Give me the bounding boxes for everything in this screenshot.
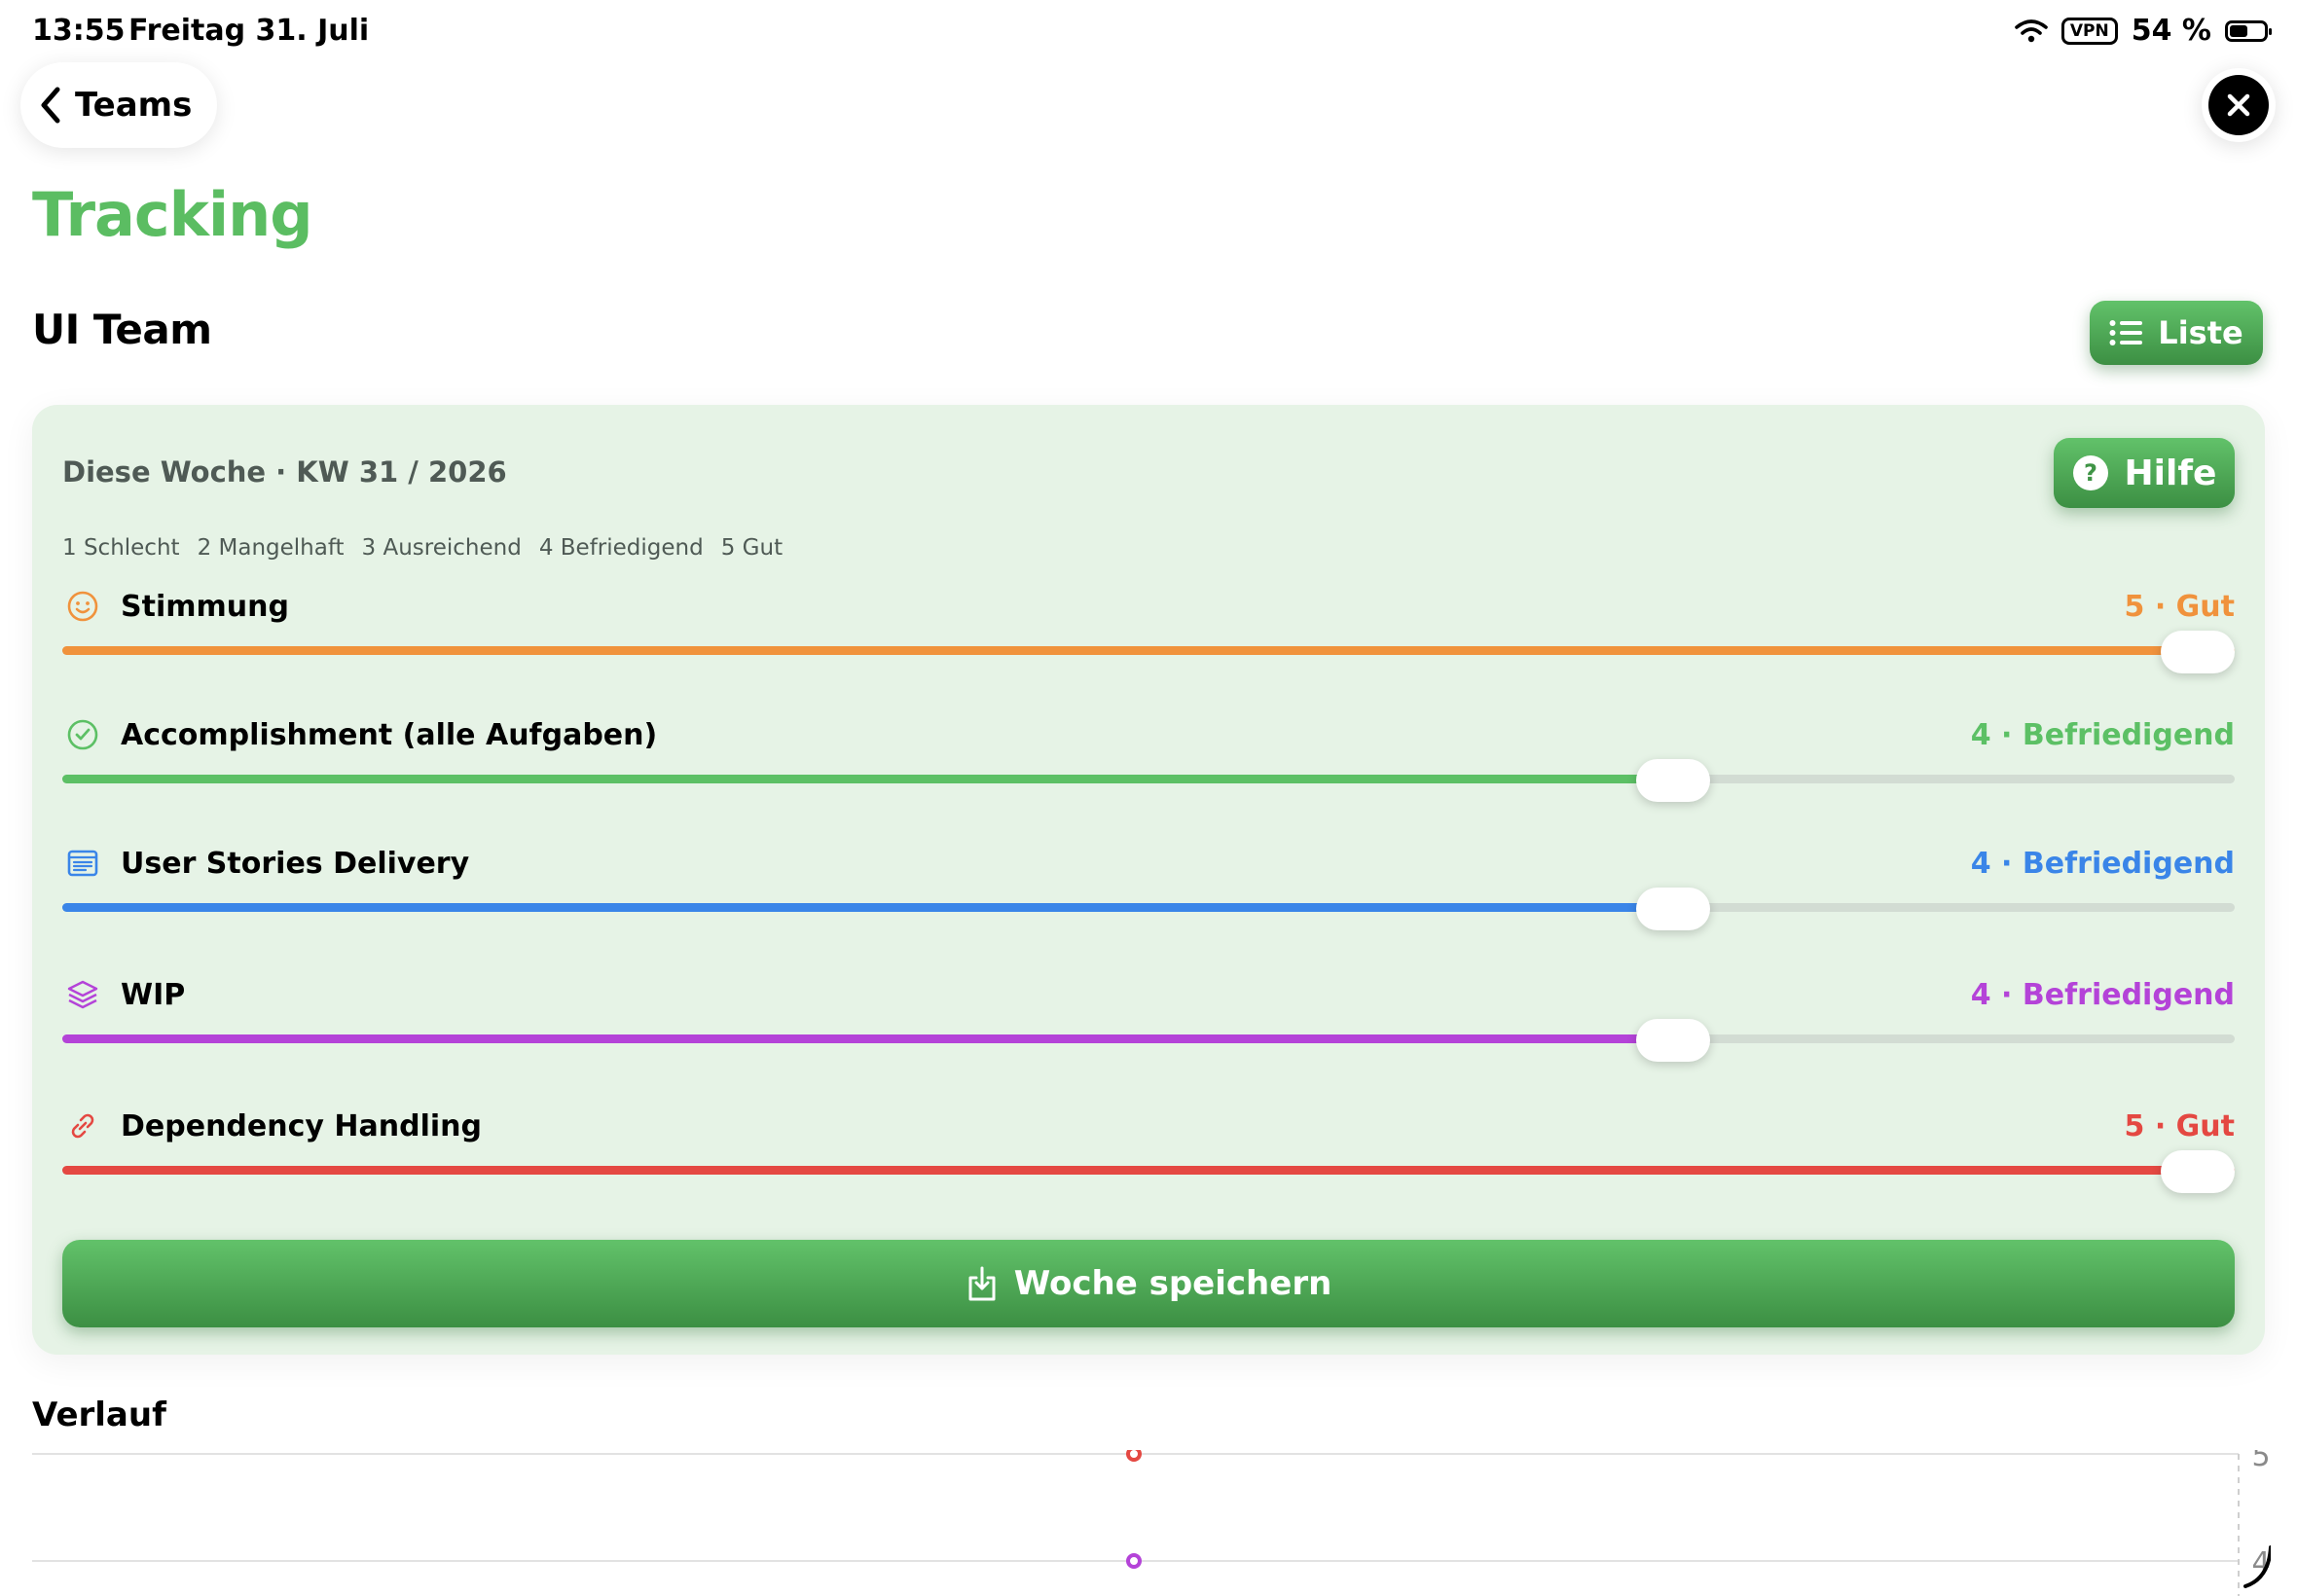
- data-point: [1126, 1450, 1142, 1462]
- status-date: Freitag 31. Juli: [128, 14, 370, 48]
- close-button[interactable]: [2202, 68, 2276, 142]
- battery-percent: 54 %: [2131, 14, 2211, 48]
- list-button[interactable]: Liste: [2090, 301, 2263, 365]
- week-label: Diese Woche · KW 31 / 2026: [62, 455, 507, 489]
- battery-icon: [2225, 19, 2272, 42]
- back-button-label: Teams: [75, 86, 193, 125]
- list-button-label: Liste: [2158, 314, 2243, 351]
- help-button[interactable]: ? Hilfe: [2054, 438, 2235, 508]
- history-chart: 5 4: [32, 1450, 2271, 1596]
- slider-thumb[interactable]: [1636, 1019, 1710, 1062]
- slider-fill: [62, 903, 1673, 912]
- close-icon: [2227, 93, 2250, 117]
- metric-value: 4 · Befriedigend: [1970, 847, 2235, 881]
- layers-icon: [67, 980, 98, 1009]
- save-week-button[interactable]: Woche speichern: [62, 1240, 2235, 1327]
- scale-item: 1 Schlecht: [62, 535, 180, 561]
- slider-fill: [62, 775, 1673, 783]
- scale-item: 4 Befriedigend: [538, 535, 704, 561]
- metric-label: Stimmung: [121, 590, 289, 624]
- metric-label: WIP: [121, 978, 186, 1012]
- help-button-label: Hilfe: [2124, 453, 2217, 493]
- vpn-badge: VPN: [2060, 17, 2118, 45]
- save-download-icon: [968, 1266, 996, 1301]
- metric-value: 4 · Befriedigend: [1970, 718, 2235, 752]
- scale-item: 5 Gut: [720, 535, 784, 561]
- metric-label: User Stories Delivery: [121, 847, 470, 881]
- metric-slider-track[interactable]: [62, 1034, 2235, 1043]
- data-point: [1126, 1553, 1142, 1569]
- slider-fill: [62, 1034, 1673, 1043]
- svg-text:?: ?: [2084, 459, 2097, 487]
- metric-slider-track[interactable]: [62, 903, 2235, 912]
- slider-thumb[interactable]: [1636, 759, 1710, 802]
- slider-thumb[interactable]: [2161, 1150, 2235, 1193]
- chevron-left-icon: [41, 87, 60, 124]
- slider-fill: [62, 646, 2235, 655]
- metric-value: 5 · Gut: [2124, 1109, 2235, 1143]
- slider-thumb[interactable]: [1636, 888, 1710, 930]
- y-tick-label: 5: [2251, 1450, 2270, 1473]
- scale-item: 3 Ausreichend: [361, 535, 522, 561]
- metric-slider-track[interactable]: [62, 775, 2235, 783]
- checkmark-circle-icon: [67, 719, 98, 750]
- smiley-icon: [67, 591, 98, 622]
- list-icon: [2109, 320, 2143, 345]
- back-button[interactable]: Teams: [20, 62, 218, 148]
- list-card-icon: [67, 850, 98, 877]
- metric-value: 4 · Befriedigend: [1970, 978, 2235, 1012]
- status-indicators: VPN 54 %: [2015, 14, 2272, 48]
- team-name: UI Team: [32, 306, 212, 353]
- metric-label: Accomplishment (alle Aufgaben): [121, 718, 658, 752]
- rating-scale-legend: 1 Schlecht 2 Mangelhaft 3 Ausreichend 4 …: [62, 535, 783, 561]
- metric-value: 5 · Gut: [2124, 590, 2235, 624]
- metric-slider-track[interactable]: [62, 646, 2235, 655]
- scale-item: 2 Mangelhaft: [197, 535, 345, 561]
- save-week-button-label: Woche speichern: [1013, 1264, 1332, 1303]
- status-time: 13:55: [32, 14, 126, 48]
- question-circle-icon: ?: [2072, 455, 2108, 490]
- wifi-icon: [2015, 18, 2048, 42]
- slider-fill: [62, 1166, 2235, 1175]
- metric-label: Dependency Handling: [121, 1109, 482, 1143]
- page-title: Tracking: [32, 179, 313, 250]
- slider-thumb[interactable]: [2161, 631, 2235, 673]
- history-title: Verlauf: [32, 1396, 166, 1434]
- metric-slider-track[interactable]: [62, 1166, 2235, 1175]
- link-icon: [71, 1113, 94, 1139]
